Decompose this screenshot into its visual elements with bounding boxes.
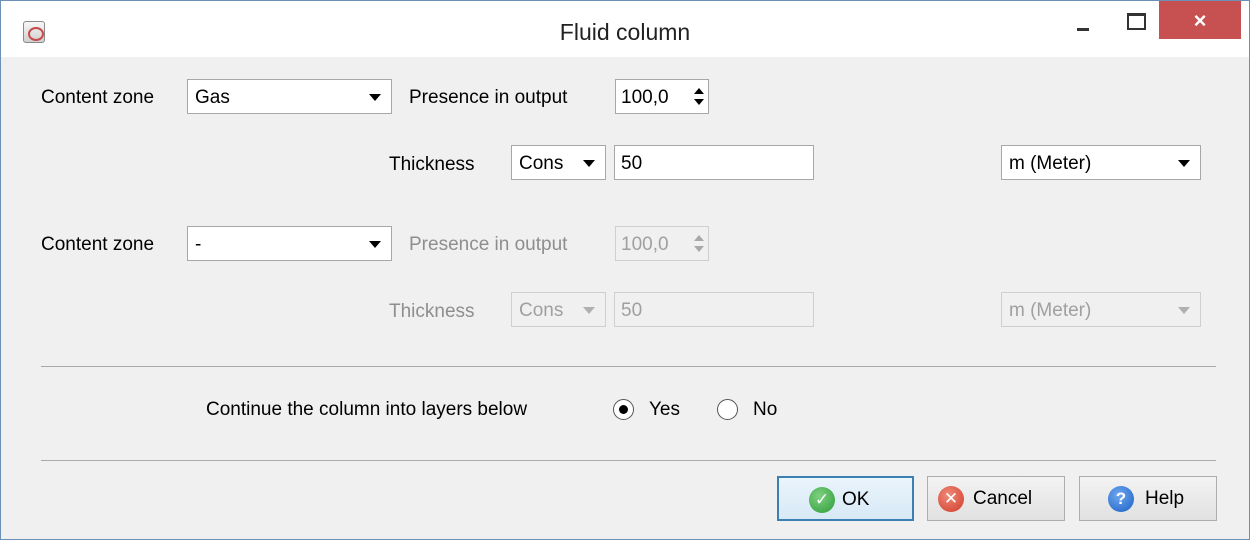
thickness-1-mode-select[interactable]: Cons <box>511 145 606 180</box>
content-zone-2-value: - <box>195 234 202 255</box>
thickness-2-label: Thickness <box>389 301 475 322</box>
question-circle-icon: ? <box>1108 486 1134 512</box>
thickness-2-input: 50 <box>614 292 814 327</box>
chevron-down-icon <box>583 307 595 314</box>
unit-1-select[interactable]: m (Meter) <box>1001 145 1201 180</box>
unit-2-value: m (Meter) <box>1009 300 1092 321</box>
spin-up-icon <box>694 235 704 241</box>
presence-2-spinner: 100,0 <box>615 226 709 261</box>
thickness-1-mode-value: Cons <box>519 153 564 174</box>
help-button[interactable]: ? Help <box>1079 476 1217 521</box>
continue-label: Continue the column into layers below <box>206 399 528 420</box>
fluid-column-dialog: Fluid column × Content zone Gas Presence… <box>0 0 1250 540</box>
unit-2-select: m (Meter) <box>1001 292 1201 327</box>
thickness-1-input[interactable]: 50 <box>614 145 814 180</box>
cancel-button-label: Cancel <box>973 488 1033 509</box>
unit-1-value: m (Meter) <box>1009 153 1092 174</box>
presence-1-label: Presence in output <box>409 87 568 108</box>
minimize-button[interactable] <box>1059 1 1109 39</box>
maximize-button[interactable] <box>1109 1 1159 39</box>
help-button-label: Help <box>1145 488 1185 509</box>
content-zone-1-select[interactable]: Gas <box>187 79 392 114</box>
chevron-down-icon <box>1178 307 1190 314</box>
chevron-down-icon <box>583 160 595 167</box>
cancel-button[interactable]: ✕ Cancel <box>927 476 1065 521</box>
check-circle-icon: ✓ <box>809 487 835 513</box>
presence-2-value: 100,0 <box>621 234 669 255</box>
spin-up-icon[interactable] <box>694 88 704 94</box>
ok-button[interactable]: ✓ OK <box>777 476 914 521</box>
spinner-arrows-icon <box>692 231 706 257</box>
chevron-down-icon <box>1178 160 1190 167</box>
continue-no-label[interactable]: No <box>753 399 777 421</box>
continue-no-radio[interactable] <box>717 399 738 420</box>
content-zone-1-value: Gas <box>195 87 230 108</box>
thickness-1-label: Thickness <box>389 154 475 175</box>
close-button[interactable]: × <box>1159 1 1241 39</box>
x-circle-icon: ✕ <box>938 486 964 512</box>
spin-down-icon <box>694 246 704 252</box>
chevron-down-icon <box>369 94 381 101</box>
spin-down-icon[interactable] <box>694 99 704 105</box>
thickness-2-value: 50 <box>621 300 643 321</box>
chevron-down-icon <box>369 241 381 248</box>
presence-2-label: Presence in output <box>409 234 568 255</box>
title-bar[interactable]: Fluid column × <box>1 1 1249 57</box>
content-zone-2-label: Content zone <box>41 234 155 255</box>
presence-1-value: 100,0 <box>621 87 669 108</box>
continue-yes-label[interactable]: Yes <box>649 399 680 421</box>
content-zone-1-label: Content zone <box>41 87 155 108</box>
continue-yes-radio[interactable] <box>613 399 634 420</box>
spinner-arrows-icon[interactable] <box>692 84 706 110</box>
ok-button-label: OK <box>842 489 870 510</box>
content-zone-2-select[interactable]: - <box>187 226 392 261</box>
presence-1-spinner[interactable]: 100,0 <box>615 79 709 114</box>
separator <box>41 366 1216 367</box>
close-icon: × <box>1193 8 1207 33</box>
thickness-2-mode-select: Cons <box>511 292 606 327</box>
thickness-1-value: 50 <box>621 153 643 174</box>
separator <box>41 460 1216 461</box>
thickness-2-mode-value: Cons <box>519 300 564 321</box>
